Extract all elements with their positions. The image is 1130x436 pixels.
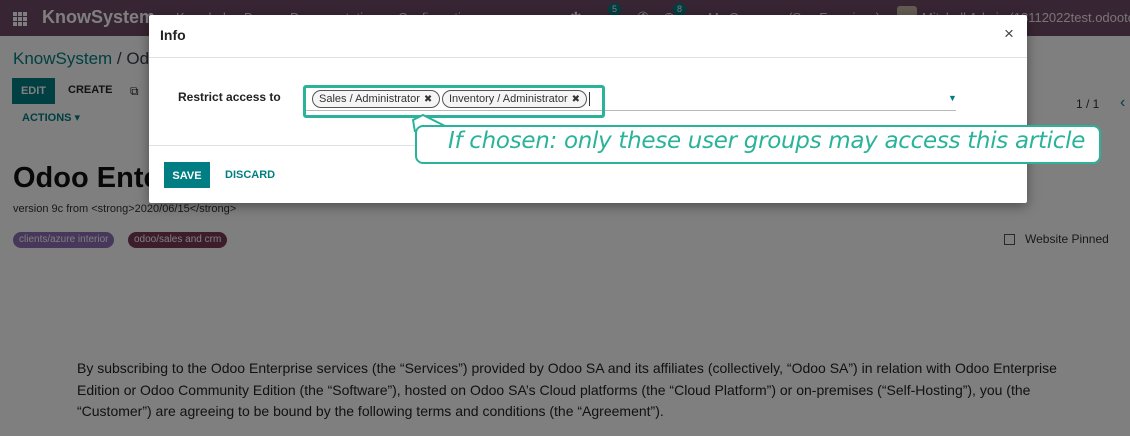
discard-button[interactable]: DISCARD [225,169,275,181]
dropdown-arrow-icon[interactable]: ▼ [948,93,957,103]
close-icon[interactable]: × [1004,24,1014,44]
dialog-title: Info [160,27,186,43]
save-button[interactable]: SAVE [164,162,210,188]
annotation-text: If chosen: only these user groups may ac… [448,128,1086,154]
restrict-access-label: Restrict access to [178,90,281,104]
dialog-header: Info × [149,15,1027,58]
